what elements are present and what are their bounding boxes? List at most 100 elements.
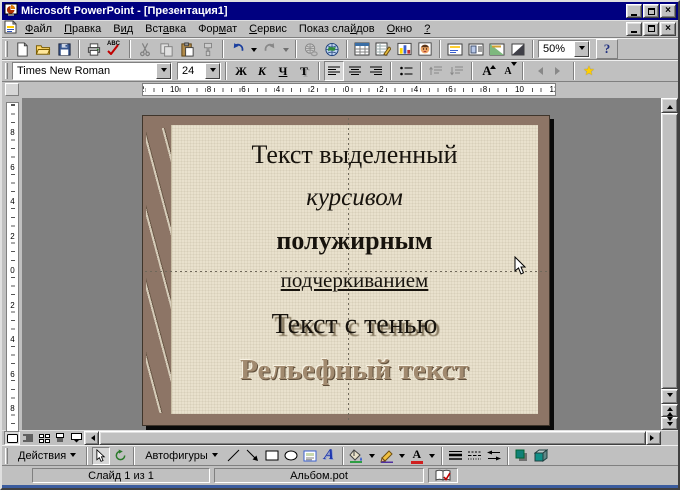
menu-item-Показ слайдов[interactable]: Показ слайдов <box>293 21 381 37</box>
select-objects-button[interactable] <box>92 447 110 465</box>
horizontal-scroll-thumb[interactable] <box>99 431 646 445</box>
outline-view-button[interactable] <box>20 431 36 445</box>
rectangle-tool-button[interactable] <box>263 446 281 466</box>
insert-table-button[interactable] <box>352 39 372 59</box>
vertical-scrollbar[interactable] <box>661 98 678 430</box>
font-size-combobox[interactable]: 24 <box>177 62 221 80</box>
slide-line-bold[interactable]: полужирным <box>171 228 538 270</box>
cut-button[interactable] <box>135 39 155 59</box>
font-name-dropdown-button[interactable] <box>156 63 171 79</box>
scroll-left-button[interactable] <box>84 431 99 445</box>
arrow-tool-button[interactable] <box>244 446 262 466</box>
black-white-view-button[interactable] <box>508 39 528 59</box>
shadow-button[interactable] <box>513 446 531 466</box>
align-center-button[interactable] <box>345 61 365 81</box>
document-restore-button[interactable] <box>643 22 659 36</box>
redo-button[interactable] <box>260 39 280 59</box>
align-left-button[interactable] <box>324 61 344 81</box>
window-close-button[interactable]: × <box>660 4 676 18</box>
menu-item-Сервис[interactable]: Сервис <box>243 21 293 37</box>
menu-item-?[interactable]: ? <box>418 21 436 37</box>
insert-excel-button[interactable] <box>373 39 393 59</box>
font-size-dropdown-button[interactable] <box>205 63 220 79</box>
print-button[interactable] <box>84 39 104 59</box>
dash-style-button[interactable] <box>466 446 484 466</box>
undo-dropdown[interactable] <box>249 39 259 59</box>
line-color-button[interactable] <box>378 446 396 466</box>
line-color-dropdown[interactable] <box>397 446 407 466</box>
decrease-font-size-button[interactable]: А <box>498 61 518 81</box>
toolbar-grip[interactable] <box>5 63 8 79</box>
bold-button[interactable]: Ж <box>231 61 251 81</box>
slide-line-shadow[interactable]: Текст с тенью <box>171 311 538 356</box>
line-style-button[interactable] <box>447 446 465 466</box>
slide-show-button[interactable] <box>68 431 84 445</box>
spelling-button[interactable]: ABC <box>105 39 125 59</box>
font-color-dropdown[interactable] <box>427 446 437 466</box>
slide[interactable]: Текст выделенныйкурсивомполужирнымподчер… <box>142 115 550 426</box>
wordart-button[interactable]: A <box>320 446 338 466</box>
new-button[interactable] <box>12 39 32 59</box>
slide-line-underline[interactable]: подчеркиванием <box>171 270 538 311</box>
text-box-button[interactable] <box>301 446 319 466</box>
fill-color-dropdown[interactable] <box>367 446 377 466</box>
paste-button[interactable] <box>177 39 197 59</box>
draw-actions-menu[interactable]: Действия <box>12 447 82 465</box>
window-restore-button[interactable] <box>643 4 659 18</box>
slide-line-italic[interactable]: курсивом <box>171 185 538 228</box>
apply-design-button[interactable] <box>487 39 507 59</box>
menu-item-Окно[interactable]: Окно <box>381 21 419 37</box>
line-tool-button[interactable] <box>225 446 243 466</box>
previous-slide-button[interactable] <box>661 404 678 417</box>
copy-button[interactable] <box>156 39 176 59</box>
status-spelling-indicator[interactable] <box>428 468 458 483</box>
scroll-up-button[interactable] <box>661 98 678 113</box>
zoom-combobox[interactable]: 50% <box>538 40 590 58</box>
slide-line-emboss[interactable]: Рельефный текст <box>171 356 538 401</box>
underline-button[interactable]: Ч <box>273 61 293 81</box>
slide-layout-button[interactable] <box>466 39 486 59</box>
slide-text-block[interactable]: Текст выделенныйкурсивомполужирнымподчер… <box>171 125 538 414</box>
zoom-dropdown-button[interactable] <box>574 41 589 57</box>
free-rotate-button[interactable] <box>111 447 129 465</box>
italic-button[interactable]: К <box>252 61 272 81</box>
next-slide-button[interactable] <box>661 417 678 430</box>
arrow-style-button[interactable] <box>485 446 503 466</box>
decrease-paragraph-spacing-button[interactable] <box>447 61 467 81</box>
save-button[interactable] <box>54 39 74 59</box>
demote-button[interactable] <box>549 61 569 81</box>
slide-line-regular[interactable]: Текст выделенный <box>171 142 538 185</box>
web-toolbar-button[interactable] <box>322 39 342 59</box>
document-minimize-button[interactable] <box>626 22 642 36</box>
document-icon[interactable] <box>4 20 17 37</box>
fill-color-button[interactable] <box>348 446 366 466</box>
new-slide-button[interactable] <box>445 39 465 59</box>
window-minimize-button[interactable] <box>626 4 642 18</box>
open-button[interactable] <box>33 39 53 59</box>
insert-chart-button[interactable] <box>394 39 414 59</box>
toolbar-grip[interactable] <box>5 448 8 464</box>
help-button[interactable]: ? <box>596 39 618 59</box>
common-tasks-button[interactable]: ★ <box>579 61 599 81</box>
status-template-indicator[interactable]: Альбом.pot <box>214 468 424 483</box>
horizontal-ruler[interactable]: 12108642024681012 <box>142 83 556 96</box>
slide-view-button[interactable] <box>4 431 20 445</box>
promote-button[interactable] <box>528 61 548 81</box>
threed-button[interactable] <box>532 446 550 466</box>
vertical-ruler[interactable]: 864202468 <box>6 102 19 432</box>
increase-font-size-button[interactable]: А <box>477 61 497 81</box>
oval-tool-button[interactable] <box>282 446 300 466</box>
format-painter-button[interactable] <box>198 39 218 59</box>
menu-item-Формат[interactable]: Формат <box>192 21 243 37</box>
bullets-button[interactable] <box>396 61 416 81</box>
font-name-combobox[interactable]: Times New Roman <box>12 62 172 80</box>
undo-button[interactable] <box>228 39 248 59</box>
insert-clipart-button[interactable] <box>415 39 435 59</box>
autoshapes-menu[interactable]: Автофигуры <box>139 447 224 465</box>
redo-dropdown[interactable] <box>281 39 291 59</box>
menu-item-Файл[interactable]: Файл <box>19 21 58 37</box>
menu-item-Вставка[interactable]: Вставка <box>139 21 192 37</box>
vertical-scroll-thumb[interactable] <box>661 113 678 389</box>
scroll-down-button[interactable] <box>661 389 678 404</box>
menu-item-Правка[interactable]: Правка <box>58 21 107 37</box>
